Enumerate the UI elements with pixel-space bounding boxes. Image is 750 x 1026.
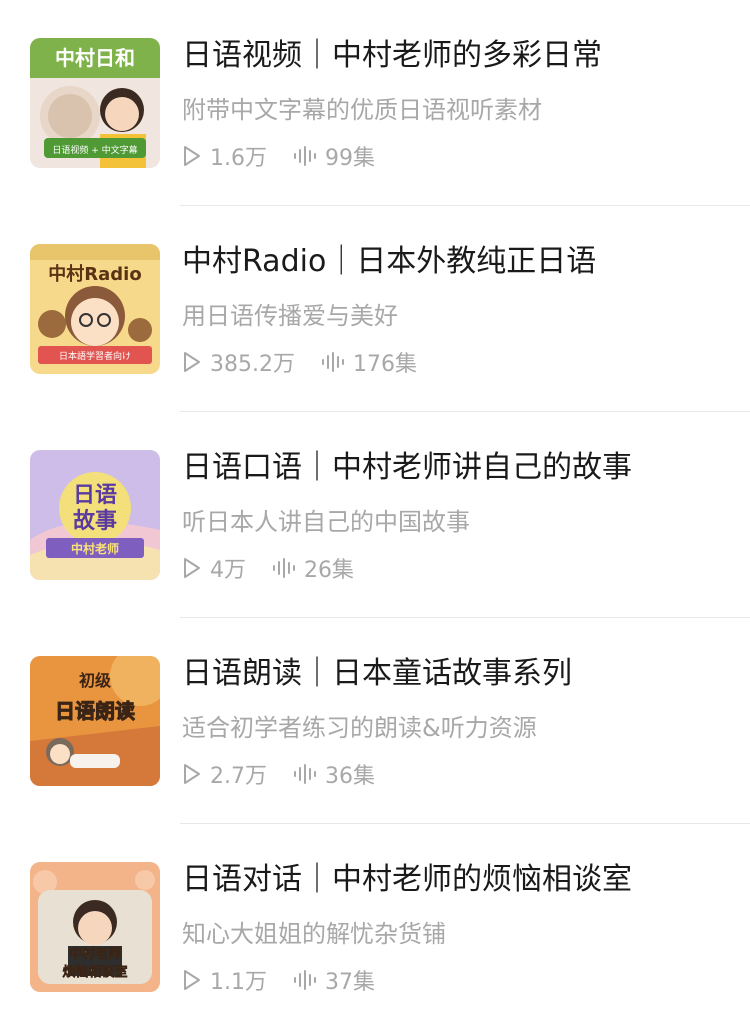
album-subtitle: 附带中文字幕的优质日语视听素材 [182,96,542,124]
episode-count: 176集 [321,346,417,378]
album-stats: 2.7万 36集 [182,758,401,790]
story-cover-icon: 日语 故事 中村老师 [30,450,160,580]
episode-count-value: 37集 [325,970,375,995]
cover-title: 中村老师 [69,946,121,962]
cover-title: 日语 [73,483,117,508]
radio-cover-icon: 中村Radio 日本語学習者向け [30,244,160,374]
play-count-value: 1.6万 [210,146,267,171]
play-count-value: 4万 [210,558,246,583]
cover-badge: 中村老师 [71,541,119,556]
cover-title: 中村Radio [48,263,141,285]
album-cover[interactable]: 中村日和 日语视频 + 中文字幕 [30,38,160,168]
cover-subtitle: 日语朗读 [55,699,135,723]
album-cover[interactable]: 日语 故事 中村老师 [30,450,160,580]
play-icon [184,352,200,372]
album-title: 日语朗读｜日本童话故事系列 [182,656,572,691]
cover-badge: 日本語学習者向け [59,350,131,362]
play-count-value: 1.1万 [210,970,267,995]
play-count-value: 385.2万 [210,352,295,377]
album-cover[interactable]: 中村Radio 日本語学習者向け [30,244,160,374]
album-subtitle: 适合初学者练习的朗读&听力资源 [182,714,537,742]
album-item[interactable]: 初级 日语朗读 日语朗读｜日本童话故事系列 适合初学者练习的朗读&听力资源 2.… [0,618,750,824]
album-list: 中村日和 日语视频 + 中文字幕 日语视频｜中村老师的多彩日常 附带中文字幕的优… [0,0,750,1026]
audio-wave-icon [321,352,344,372]
play-count: 385.2万 [182,346,295,378]
episode-count: 99集 [293,140,375,172]
album-item[interactable]: 中村日和 日语视频 + 中文字幕 日语视频｜中村老师的多彩日常 附带中文字幕的优… [0,0,750,206]
album-stats: 385.2万 176集 [182,346,443,378]
album-cover[interactable]: 初级 日语朗读 [30,656,160,786]
audio-wave-icon [273,558,295,578]
episode-count-value: 26集 [304,558,354,583]
album-title: 日语视频｜中村老师的多彩日常 [182,38,602,73]
episode-count: 37集 [293,964,375,996]
play-icon [184,764,200,784]
audio-wave-icon [294,970,316,990]
play-count: 4万 [182,552,246,584]
reading-cover-icon: 初级 日语朗读 [30,656,160,786]
cover-subtitle: 烦恼相谈室 [62,964,127,980]
cover-subtitle: 故事 [73,508,117,534]
album-title: 日语对话｜中村老师的烦恼相谈室 [182,862,632,897]
play-count: 2.7万 [182,758,267,790]
episode-count-value: 36集 [325,764,375,789]
album-title: 中村Radio｜日本外教纯正日语 [182,244,597,279]
album-stats: 4万 26集 [182,552,380,584]
play-count: 1.6万 [182,140,267,172]
album-cover[interactable]: 中村老师 烦恼相谈室 [30,862,160,992]
play-count: 1.1万 [182,964,267,996]
video-cover-icon: 中村日和 日语视频 + 中文字幕 [30,38,160,168]
play-icon [184,970,200,990]
album-item[interactable]: 中村老师 烦恼相谈室 日语对话｜中村老师的烦恼相谈室 知心大姐姐的解忧杂货铺 1… [0,824,750,1026]
album-subtitle: 知心大姐姐的解忧杂货铺 [182,920,446,948]
audio-wave-icon [294,146,316,166]
episode-count: 26集 [272,552,354,584]
audio-wave-icon [294,764,316,784]
episode-count-value: 176集 [352,352,417,377]
album-subtitle: 用日语传播爱与美好 [182,302,398,330]
cover-badge: 日语视频 + 中文字幕 [52,144,137,156]
album-item[interactable]: 日语 故事 中村老师 日语口语｜中村老师讲自己的故事 听日本人讲自己的中国故事 … [0,412,750,618]
play-count-value: 2.7万 [210,764,267,789]
episode-count: 36集 [293,758,375,790]
album-stats: 1.1万 37集 [182,964,401,996]
album-item[interactable]: 中村Radio 日本語学習者向け 中村Radio｜日本外教纯正日语 用日语传播爱… [0,206,750,412]
dialogue-cover-icon: 中村老师 烦恼相谈室 [30,862,160,992]
cover-title: 中村日和 [55,46,135,70]
album-subtitle: 听日本人讲自己的中国故事 [182,508,470,536]
cover-title: 初级 [79,671,112,690]
play-icon [184,558,200,578]
episode-count-value: 99集 [325,146,375,171]
play-icon [184,146,200,166]
album-stats: 1.6万 99集 [182,140,401,172]
album-title: 日语口语｜中村老师讲自己的故事 [182,450,632,485]
